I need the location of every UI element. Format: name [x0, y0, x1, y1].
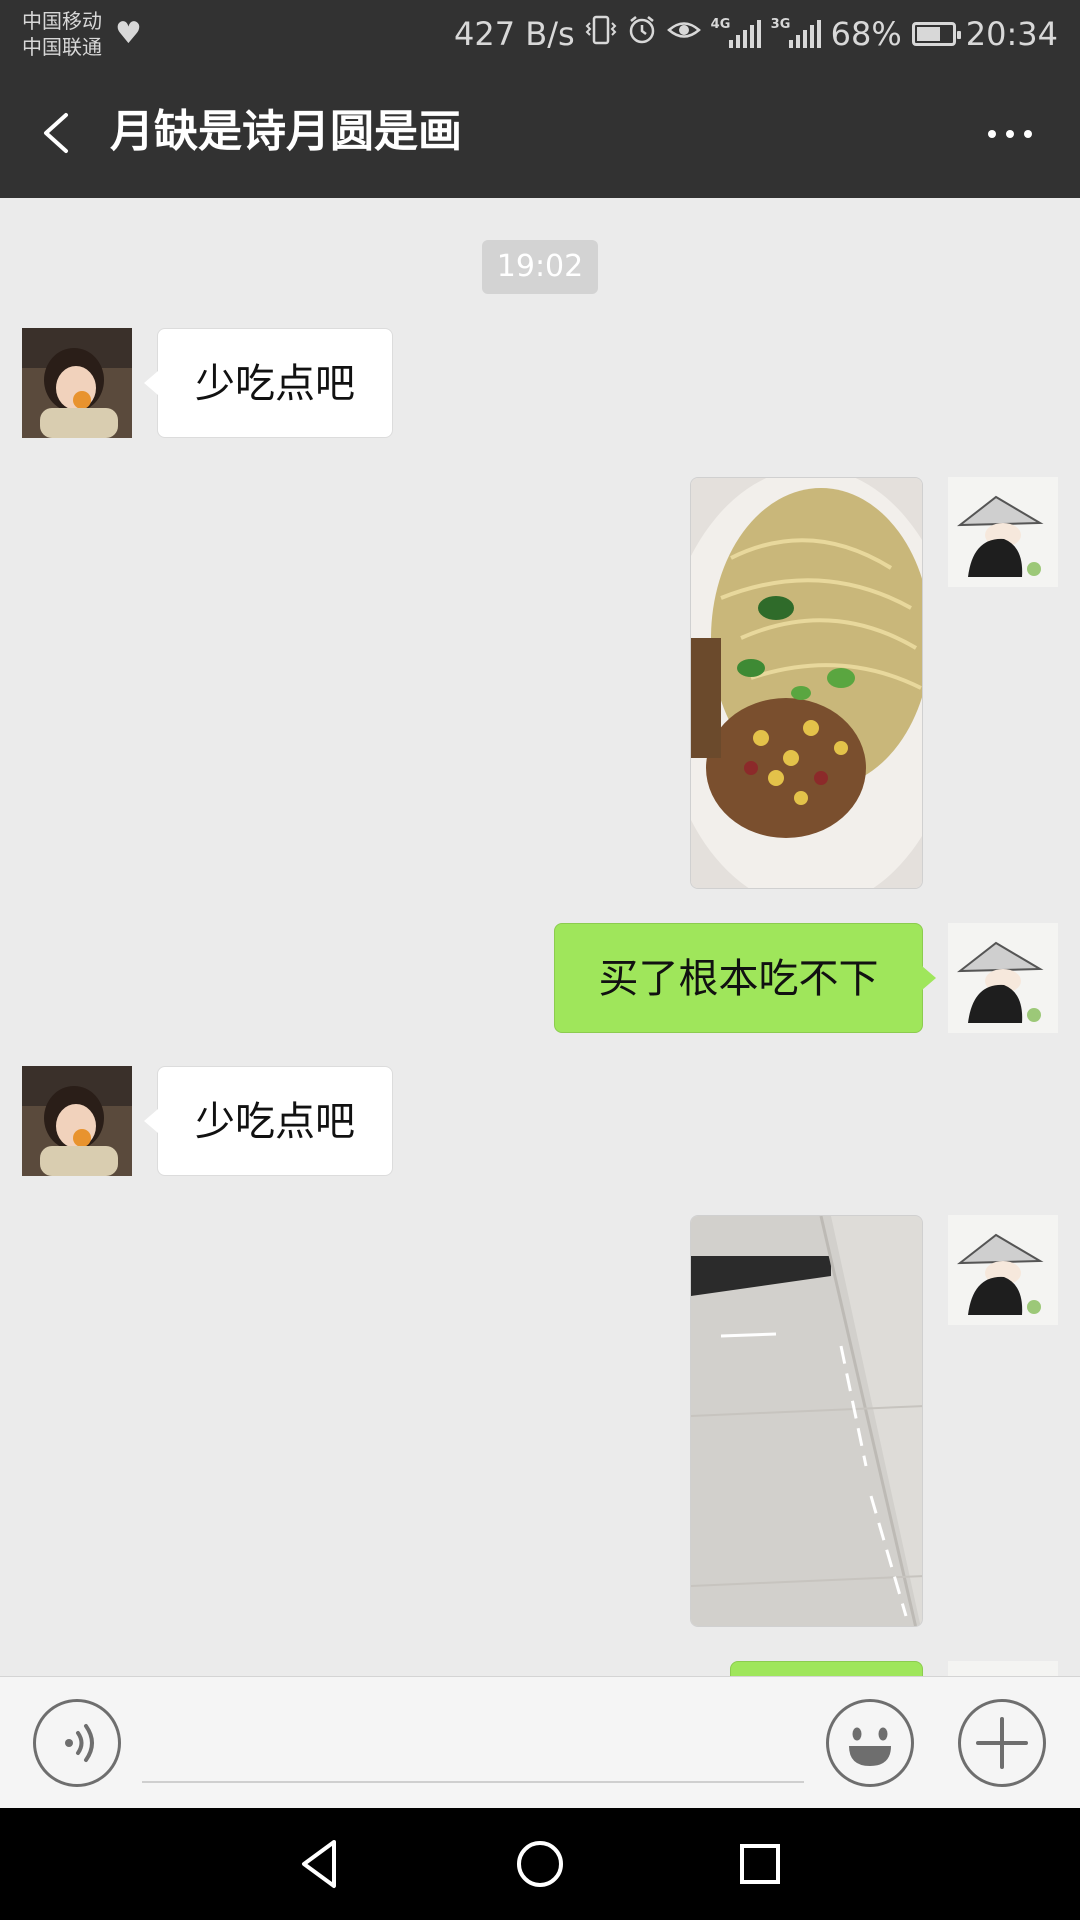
nav-home-button[interactable]	[510, 1834, 570, 1894]
chat-header: 月缺是诗月圆是画	[0, 68, 1080, 198]
battery-icon	[911, 22, 961, 46]
message-text: 买了根本吃不下	[598, 956, 879, 1002]
net-speed-label: 427 B/s	[454, 15, 575, 53]
recents-square-icon	[740, 1844, 780, 1884]
signal-3g-label: 3G	[770, 17, 791, 32]
battery-level	[916, 27, 940, 41]
voice-icon	[65, 1724, 94, 1762]
more-dots-icon	[988, 130, 1032, 138]
alarm-icon	[627, 15, 657, 53]
noodles-photo[interactable]	[690, 477, 923, 889]
emoji-button[interactable]	[826, 1699, 914, 1787]
chat-message-list[interactable]: 19:02 少吃点吧 买了根本吃不下 少吃点吧	[0, 198, 1080, 1676]
plus-icon	[976, 1717, 1028, 1769]
home-circle-icon	[517, 1841, 563, 1887]
message-input[interactable]	[142, 1697, 804, 1783]
carrier-info: 中国移动 中国联通	[22, 8, 102, 60]
my-avatar[interactable]	[948, 477, 1058, 587]
chevron-left-icon	[44, 113, 68, 153]
eye-icon	[666, 15, 701, 53]
message-text: 少吃点吧	[195, 361, 355, 407]
back-button[interactable]	[30, 101, 90, 165]
message-input-bar	[0, 1676, 1080, 1808]
nav-recents-button[interactable]	[730, 1834, 790, 1894]
carrier-1-label: 中国移动	[22, 9, 102, 33]
signal-4g-icon: 4G	[710, 17, 761, 48]
back-triangle-icon	[302, 1840, 336, 1888]
status-bar: 中国移动 中国联通 ♥ 427 B/s 4G 3G 68% 20:34	[0, 0, 1080, 68]
incoming-message-bubble[interactable]: 少吃点吧	[144, 1066, 393, 1176]
status-indicators: 427 B/s 4G 3G 68% 20:34	[454, 12, 1058, 56]
nav-back-button[interactable]	[290, 1834, 350, 1894]
my-avatar[interactable]	[948, 1661, 1058, 1676]
battery-percent: 68%	[830, 15, 902, 53]
floor-photo[interactable]	[690, 1215, 923, 1627]
more-button[interactable]	[980, 112, 1040, 156]
clock: 20:34	[965, 15, 1058, 53]
chat-title: 月缺是诗月圆是画	[110, 106, 462, 157]
add-button[interactable]	[958, 1699, 1046, 1787]
contact-avatar[interactable]	[22, 328, 132, 438]
heart-health-icon: ♥	[115, 16, 142, 51]
contact-avatar[interactable]	[22, 1066, 132, 1176]
emoji-icon	[849, 1727, 891, 1766]
voice-button[interactable]	[33, 1699, 121, 1787]
outgoing-message-bubble[interactable]	[730, 1661, 923, 1676]
system-nav-bar	[0, 1808, 1080, 1920]
my-avatar[interactable]	[948, 1215, 1058, 1325]
vibrate-icon	[585, 15, 617, 53]
timestamp-chip: 19:02	[482, 240, 598, 294]
my-avatar[interactable]	[948, 923, 1058, 1033]
outgoing-message-bubble[interactable]: 买了根本吃不下	[554, 923, 936, 1033]
carrier-2-label: 中国联通	[22, 35, 102, 59]
signal-4g-label: 4G	[710, 17, 731, 32]
message-text: 少吃点吧	[195, 1099, 355, 1145]
incoming-message-bubble[interactable]: 少吃点吧	[144, 328, 393, 438]
signal-3g-icon: 3G	[770, 17, 821, 48]
